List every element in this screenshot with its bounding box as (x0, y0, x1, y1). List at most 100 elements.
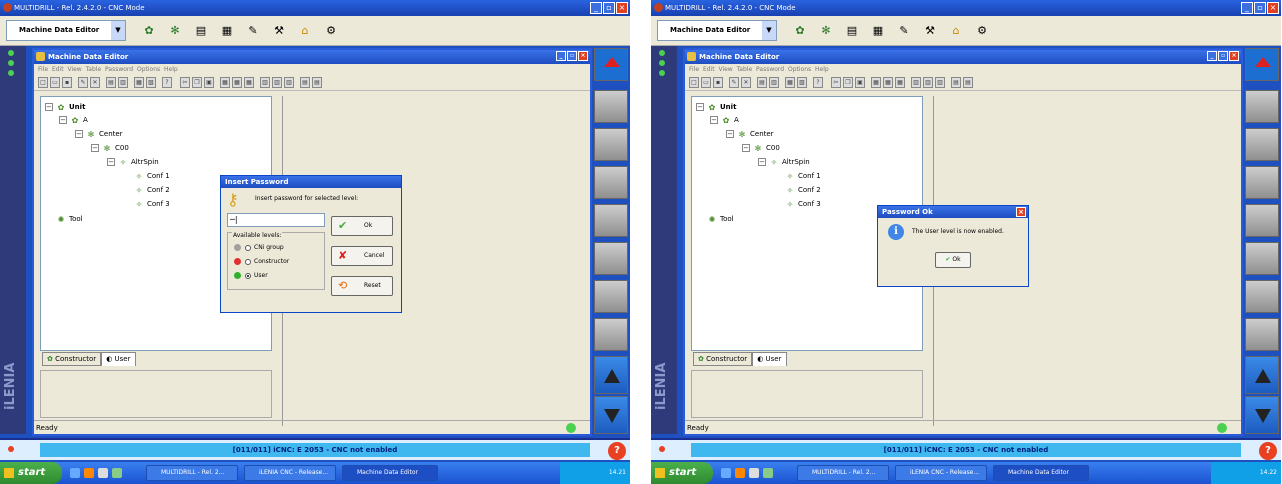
preview-icon[interactable]: ▥ (769, 77, 779, 88)
explorer-icon[interactable] (749, 468, 759, 478)
minimize-button[interactable]: _ (556, 51, 566, 61)
table-icon[interactable]: ▤ (300, 77, 310, 88)
tree-node-spin[interactable]: − ✧ AltrSpin (107, 156, 159, 168)
collapse-icon[interactable]: − (742, 144, 750, 152)
paste-icon[interactable]: ▣ (204, 77, 214, 88)
table-icon[interactable]: ▥ (935, 77, 945, 88)
tree-node-center[interactable]: − ✻ Center (75, 128, 123, 140)
close-button[interactable]: × (616, 2, 628, 14)
table-icon[interactable]: ▦ (895, 77, 905, 88)
side-button[interactable] (594, 166, 628, 199)
grid-icon[interactable]: ▦ (869, 22, 887, 40)
tree-node-spin[interactable]: − ✧ AltrSpin (758, 156, 810, 168)
tree-node-conf3[interactable]: ✧ Conf 3 (133, 198, 170, 210)
window-icon[interactable]: ▤ (843, 22, 861, 40)
task-ilenia[interactable]: iLENIA CNC - Release... (895, 465, 987, 481)
help-button[interactable]: ? (1259, 442, 1277, 460)
copy-icon[interactable]: ❐ (843, 77, 853, 88)
task-multidrill[interactable]: MULTIDRILL - Rel. 2... (146, 465, 238, 481)
tree-node-tool[interactable]: ✺ Tool (55, 213, 83, 225)
table-icon[interactable]: ▥ (923, 77, 933, 88)
tab-user[interactable]: ◐ User (752, 352, 787, 366)
collapse-icon[interactable]: − (107, 158, 115, 166)
side-button[interactable] (594, 128, 628, 161)
reset-button[interactable]: ⟲ Reset (331, 276, 393, 296)
table-icon[interactable]: ▦ (244, 77, 254, 88)
home-icon[interactable]: ⌂ (947, 22, 965, 40)
table-icon[interactable]: ▥ (284, 77, 294, 88)
collapse-icon[interactable]: − (726, 130, 734, 138)
tab-constructor[interactable]: ✿ Constructor (693, 352, 753, 366)
tree-node-a[interactable]: − ✿ A (710, 114, 739, 126)
table-icon[interactable]: ▤ (963, 77, 973, 88)
gear-icon[interactable]: ✻ (166, 22, 184, 40)
tree-node-c00[interactable]: − ✻ C00 (91, 142, 129, 154)
collapse-icon[interactable]: − (91, 144, 99, 152)
start-button[interactable]: start (0, 462, 62, 484)
menu-bar[interactable]: File Edit View Table Password Options He… (685, 64, 1241, 75)
table-icon[interactable]: ▥ (911, 77, 921, 88)
help-icon[interactable]: ? (813, 77, 823, 88)
tree-node-conf2[interactable]: ✧ Conf 2 (133, 184, 170, 196)
password-input[interactable]: ─| (227, 213, 325, 227)
window-icon[interactable]: ▤ (192, 22, 210, 40)
scroll-down-button[interactable] (594, 396, 628, 434)
minimize-button[interactable]: _ (590, 2, 602, 14)
tree-node-a[interactable]: − ✿ A (59, 114, 88, 126)
wrench-icon[interactable]: ⚒ (921, 22, 939, 40)
home-button[interactable] (1245, 48, 1279, 81)
level-option-user[interactable]: User (234, 271, 268, 281)
side-button[interactable] (1245, 280, 1279, 313)
explorer-icon[interactable] (98, 468, 108, 478)
export-icon[interactable]: ▧ (797, 77, 807, 88)
table-icon[interactable]: ▦ (871, 77, 881, 88)
home-icon[interactable]: ⌂ (296, 22, 314, 40)
side-button[interactable] (594, 204, 628, 237)
radio-button[interactable] (245, 272, 251, 279)
cut-icon[interactable]: ✂ (180, 77, 190, 88)
import-icon[interactable]: ▦ (134, 77, 144, 88)
desktop-icon[interactable] (70, 468, 80, 478)
task-machine-data-editor[interactable]: Machine Data Editor (342, 465, 438, 481)
tree-node-tool[interactable]: ✺ Tool (706, 213, 734, 225)
tree-node-center[interactable]: − ✻ Center (726, 128, 774, 140)
task-multidrill[interactable]: MULTIDRILL - Rel. 2... (797, 465, 889, 481)
desktop-icon[interactable] (721, 468, 731, 478)
close-button[interactable]: × (578, 51, 588, 61)
edit-icon[interactable]: ✎ (729, 77, 739, 88)
collapse-icon[interactable]: − (59, 116, 67, 124)
tree-node-c00[interactable]: − ✻ C00 (742, 142, 780, 154)
print-icon[interactable]: ▤ (106, 77, 116, 88)
tree-node-conf2[interactable]: ✧ Conf 2 (784, 184, 821, 196)
radio-button[interactable] (245, 258, 251, 265)
side-button[interactable] (1245, 166, 1279, 199)
ok-button[interactable]: ✔ Ok (331, 216, 393, 236)
delete-icon[interactable]: ✕ (741, 77, 751, 88)
module-select[interactable]: Machine Data Editor ▼ (657, 20, 777, 41)
paste-icon[interactable]: ▣ (855, 77, 865, 88)
radio-button[interactable] (245, 244, 251, 251)
side-button[interactable] (1245, 128, 1279, 161)
app-icon[interactable] (763, 468, 773, 478)
chevron-down-icon[interactable]: ▼ (111, 21, 125, 40)
help-icon[interactable]: ? (162, 77, 172, 88)
maximize-button[interactable]: ▫ (567, 51, 577, 61)
table-icon[interactable]: ▥ (272, 77, 282, 88)
scroll-up-button[interactable] (1245, 356, 1279, 394)
collapse-icon[interactable]: − (758, 158, 766, 166)
open-icon[interactable]: ▭ (50, 77, 60, 88)
cut-icon[interactable]: ✂ (831, 77, 841, 88)
maximize-button[interactable]: ▫ (603, 2, 615, 14)
table-icon[interactable]: ▦ (232, 77, 242, 88)
cancel-button[interactable]: ✘ Cancel (331, 246, 393, 266)
edit-icon[interactable]: ✎ (244, 22, 262, 40)
scroll-up-button[interactable] (594, 356, 628, 394)
menu-bar[interactable]: File Edit View Table Password Options He… (34, 64, 590, 75)
close-button[interactable]: × (1229, 51, 1239, 61)
edit-icon[interactable]: ✎ (895, 22, 913, 40)
tools-icon[interactable]: ⚙ (322, 22, 340, 40)
chevron-down-icon[interactable]: ▼ (762, 21, 776, 40)
task-ilenia[interactable]: iLENIA CNC - Release... (244, 465, 336, 481)
collapse-icon[interactable]: − (710, 116, 718, 124)
ok-button[interactable]: ✔ Ok (935, 252, 971, 268)
